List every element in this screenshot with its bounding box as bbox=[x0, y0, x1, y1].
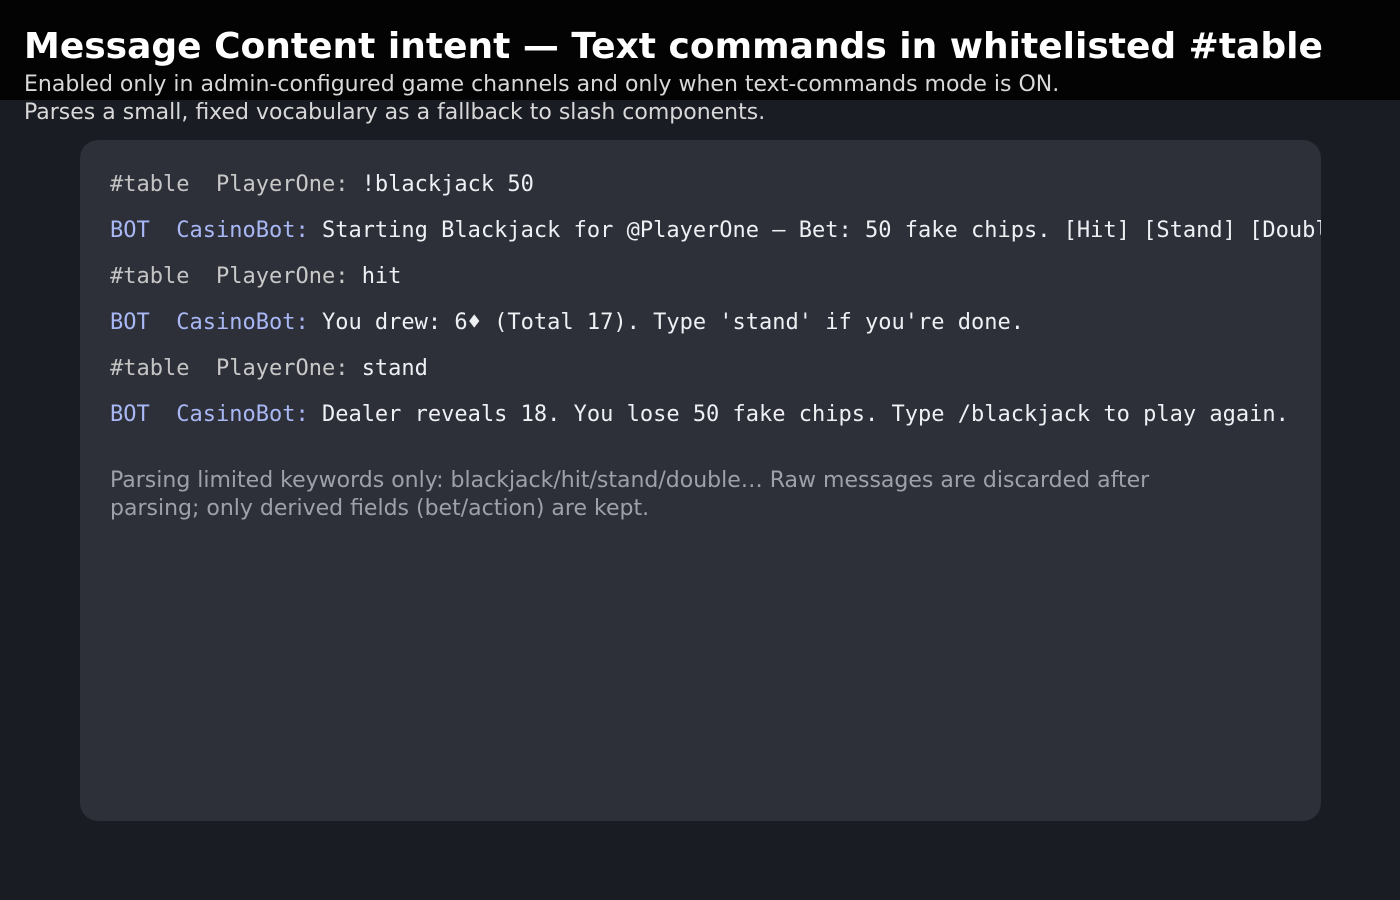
message-author: PlayerOne: bbox=[215, 172, 349, 197]
page-title: Message Content intent — Text commands i… bbox=[24, 26, 1323, 67]
channel-name: #table bbox=[110, 356, 190, 381]
channel-name: #table bbox=[110, 264, 190, 289]
channel-name: #table bbox=[110, 172, 190, 197]
chat-message-user: #table PlayerOne: !blackjack 50 bbox=[110, 170, 1321, 216]
bot-tag: BOT bbox=[110, 402, 150, 427]
message-text: !blackjack 50 bbox=[361, 172, 534, 197]
transcript-panel: #table PlayerOne: !blackjack 50 BOT Casi… bbox=[80, 140, 1321, 821]
message-text: You drew: 6♦ (Total 17). Type 'stand' if… bbox=[321, 310, 1024, 335]
chat-message-bot: BOT CasinoBot: Dealer reveals 18. You lo… bbox=[110, 400, 1321, 446]
message-text: stand bbox=[361, 356, 428, 381]
message-author: CasinoBot: bbox=[176, 310, 309, 335]
bot-tag: BOT bbox=[110, 218, 150, 243]
bot-tag: BOT bbox=[110, 310, 150, 335]
message-author: CasinoBot: bbox=[176, 218, 309, 243]
message-log: #table PlayerOne: !blackjack 50 BOT Casi… bbox=[110, 170, 1321, 446]
message-text: Dealer reveals 18. You lose 50 fake chip… bbox=[321, 402, 1289, 427]
chat-message-user: #table PlayerOne: stand bbox=[110, 354, 1321, 400]
chat-message-user: #table PlayerOne: hit bbox=[110, 262, 1321, 308]
message-author: PlayerOne: bbox=[215, 356, 349, 381]
message-author: PlayerOne: bbox=[215, 264, 349, 289]
message-author: CasinoBot: bbox=[176, 402, 309, 427]
message-text: hit bbox=[361, 264, 402, 289]
parsing-note: Parsing limited keywords only: blackjack… bbox=[110, 468, 1150, 521]
message-text: Starting Blackjack for @PlayerOne — Bet:… bbox=[321, 218, 1321, 243]
chat-message-bot: BOT CasinoBot: You drew: 6♦ (Total 17). … bbox=[110, 308, 1321, 354]
chat-message-bot: BOT CasinoBot: Starting Blackjack for @P… bbox=[110, 216, 1321, 262]
page-subtitle: Enabled only in admin-configured game ch… bbox=[24, 72, 1060, 125]
